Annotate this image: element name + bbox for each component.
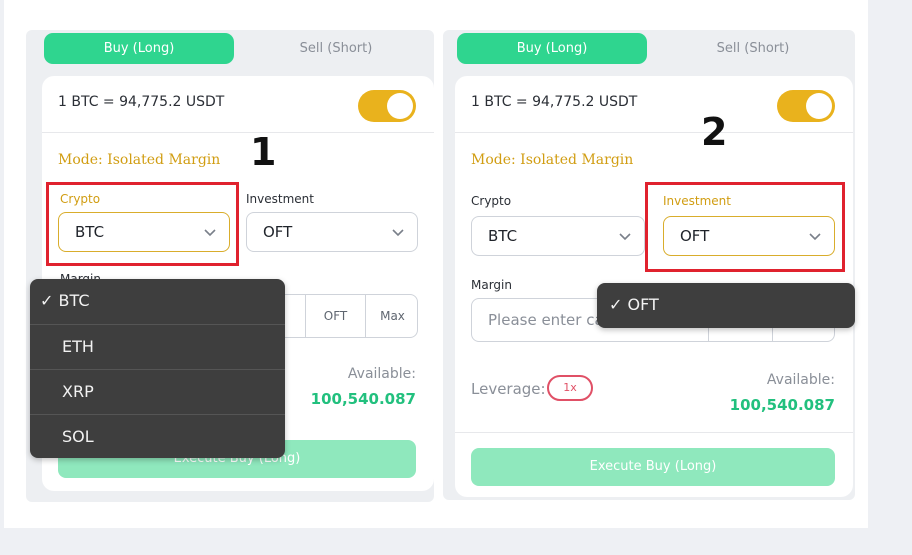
tab-sell-short[interactable]: Sell (Short) <box>240 33 432 64</box>
option-label: OFT <box>627 295 659 314</box>
available-label: Available: <box>766 372 835 388</box>
margin-max-button[interactable]: Max <box>365 295 417 337</box>
dropdown-option-eth[interactable]: ETH <box>30 324 285 368</box>
execute-buy-button[interactable]: Execute Buy (Long) <box>471 448 835 486</box>
margin-toggle[interactable] <box>358 90 416 122</box>
dropdown-option-sol[interactable]: SOL <box>30 414 285 458</box>
tab-buy-long[interactable]: Buy (Long) <box>457 33 647 64</box>
investment-dropdown: ✓ OFT <box>597 283 855 328</box>
margin-oft-button[interactable]: OFT <box>305 295 365 337</box>
crypto-dropdown: ✓ BTC ETH XRP SOL <box>30 279 285 458</box>
side-tabs: Buy (Long) Sell (Short) <box>457 33 847 65</box>
available-label: Available: <box>347 366 416 382</box>
exchange-rate: 1 BTC = 94,775.2 USDT <box>471 94 638 110</box>
mode-label: Mode: Isolated Margin <box>58 152 221 168</box>
chevron-down-icon <box>619 233 631 241</box>
margin-input[interactable]: Please enter ca <box>488 311 604 329</box>
side-tabs: Buy (Long) Sell (Short) <box>44 33 434 65</box>
chevron-down-icon <box>392 229 404 237</box>
leverage-label: Leverage: <box>471 380 546 398</box>
screenshot-frame: Buy (Long) Sell (Short) 1 BTC = 94,775.2… <box>4 0 868 528</box>
dropdown-option-oft[interactable]: ✓ OFT <box>597 283 855 327</box>
divider <box>455 132 853 133</box>
margin-label: Margin <box>471 278 512 292</box>
mode-label: Mode: Isolated Margin <box>471 152 634 168</box>
check-icon: ✓ <box>609 295 623 314</box>
crypto-select-value: BTC <box>488 227 518 245</box>
divider <box>42 132 434 133</box>
divider <box>455 432 853 433</box>
margin-toggle[interactable] <box>777 90 835 122</box>
option-label: BTC <box>58 291 90 310</box>
available-value: 100,540.087 <box>310 390 416 408</box>
dropdown-option-btc[interactable]: ✓ BTC <box>30 279 285 323</box>
exchange-rate: 1 BTC = 94,775.2 USDT <box>58 94 225 110</box>
highlight-box <box>46 182 239 266</box>
highlight-box <box>645 182 845 272</box>
leverage-badge[interactable]: 1x <box>547 375 593 401</box>
crypto-select[interactable]: BTC <box>471 216 645 256</box>
step-number: 1 <box>250 130 277 174</box>
investment-select[interactable]: OFT <box>246 212 418 252</box>
toggle-knob <box>387 93 413 119</box>
dropdown-option-xrp[interactable]: XRP <box>30 369 285 413</box>
available-value: 100,540.087 <box>729 396 835 414</box>
step-number: 2 <box>701 110 728 154</box>
investment-label: Investment <box>246 192 314 206</box>
investment-select-value: OFT <box>263 223 293 241</box>
check-icon: ✓ <box>40 291 54 310</box>
crypto-label: Crypto <box>471 194 512 208</box>
toggle-knob <box>806 93 832 119</box>
tab-buy-long[interactable]: Buy (Long) <box>44 33 234 64</box>
tab-sell-short[interactable]: Sell (Short) <box>657 33 849 64</box>
